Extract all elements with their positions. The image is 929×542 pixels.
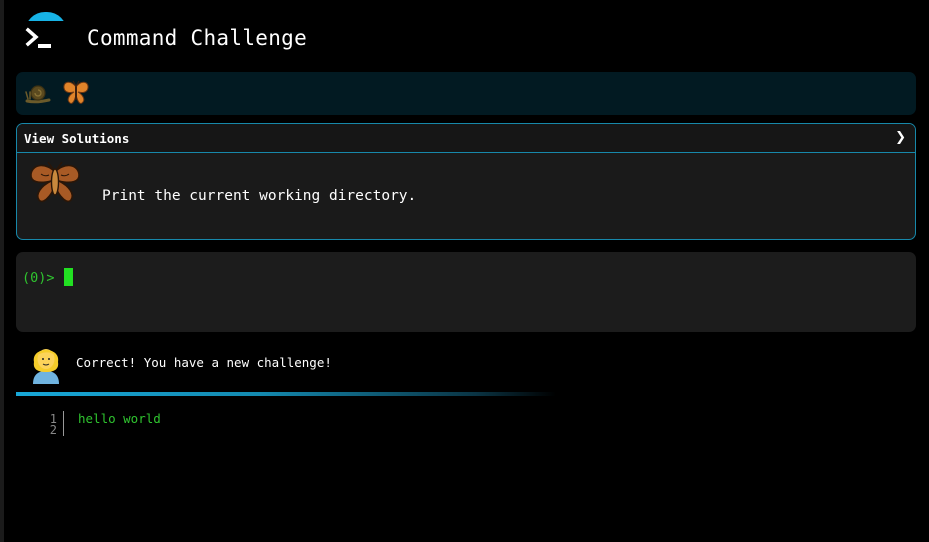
feedback-message: Correct! You have a new challenge! xyxy=(76,355,332,370)
view-solutions-label: View Solutions xyxy=(24,131,130,146)
woman-blond-hair-icon xyxy=(29,340,63,388)
feedback-divider xyxy=(16,392,556,396)
chevron-right-icon[interactable]: ❯ xyxy=(895,130,906,145)
line-number: 2 xyxy=(49,423,57,437)
butterfly-icon[interactable] xyxy=(61,79,91,111)
terminal-input[interactable]: (0)> xyxy=(16,252,916,332)
app-header: Command Challenge xyxy=(0,0,929,70)
terminal-prompt-icon[interactable] xyxy=(23,12,69,56)
app-title: Command Challenge xyxy=(87,26,308,50)
progress-emoji-strip xyxy=(16,72,916,115)
view-solutions-toggle[interactable]: View Solutions ❯ xyxy=(17,124,915,153)
terminal-cursor xyxy=(64,268,73,286)
command-output-line: hello world xyxy=(78,411,161,426)
snail-icon[interactable] xyxy=(24,79,52,111)
challenge-card: View Solutions ❯ Print the current worki… xyxy=(16,123,916,240)
challenge-description: Print the current working directory. xyxy=(102,188,417,204)
terminal-prompt: (0)> xyxy=(22,270,55,286)
window-left-edge xyxy=(0,0,4,542)
moth-icon xyxy=(27,160,83,212)
output-line-gutter: 1 2 xyxy=(40,411,64,436)
